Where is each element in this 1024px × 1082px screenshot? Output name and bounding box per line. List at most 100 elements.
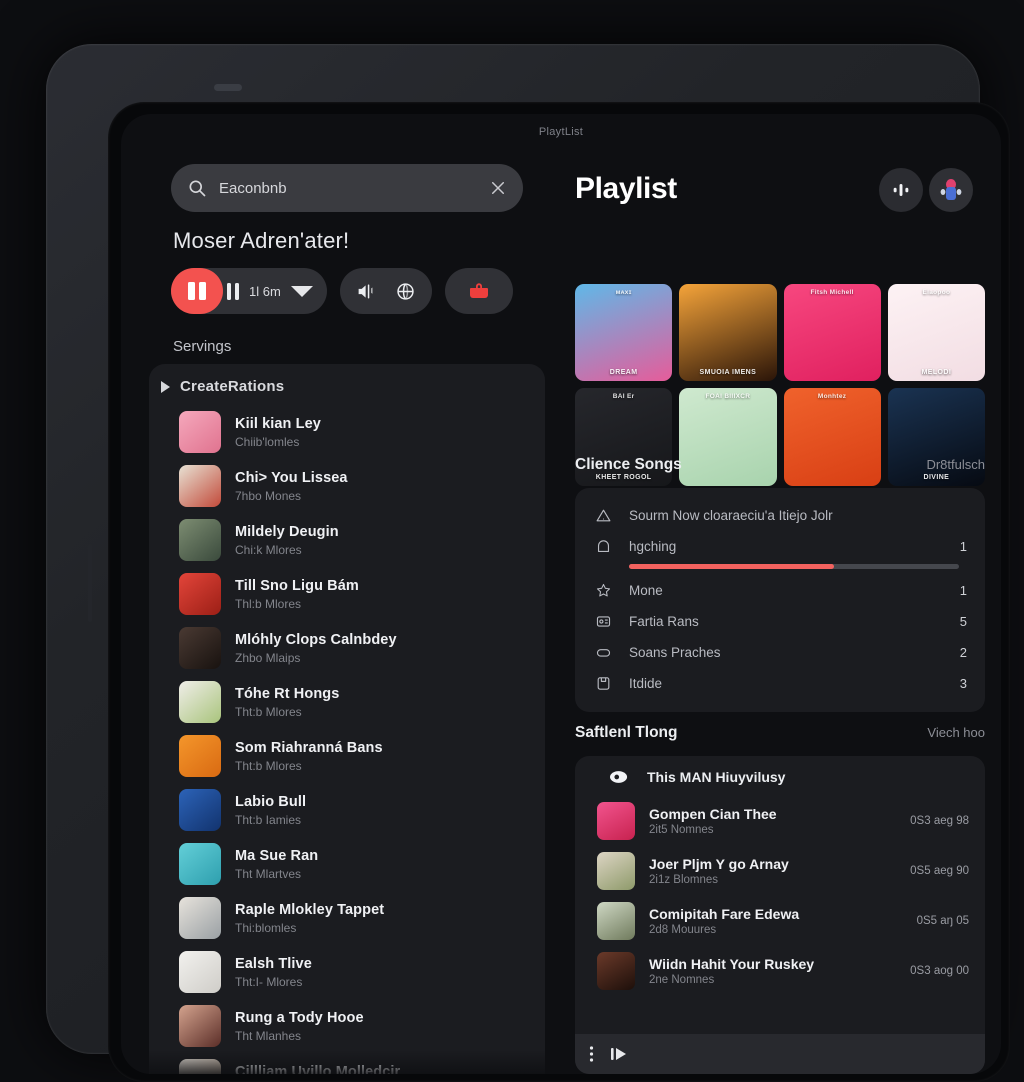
song-meta: Joer Pljm Y go Arnay 2i1z Blomnes xyxy=(649,856,910,886)
album-caption: KHEET ROGOL xyxy=(595,473,652,481)
song-duration: 0S5 aŋ 05 xyxy=(916,915,969,927)
stat-label: Soans Praches xyxy=(629,645,721,660)
track-meta: Mlóhly Clops Calnbdey Zhbo Mlaips xyxy=(235,632,397,665)
track-meta: Cillliam Uvillo MolledcirTht Mlores xyxy=(235,1064,400,1075)
stat-row[interactable]: hgching 1 xyxy=(593,531,967,562)
song-list-item[interactable]: Gompen Cian Thee 2it5 Nomnes 0S3 aeg 98 xyxy=(575,796,985,846)
pause-icon xyxy=(188,282,206,300)
list-item[interactable]: Labio Bull Tht:b Iamies xyxy=(149,783,545,837)
skip-next-icon[interactable] xyxy=(610,1045,632,1063)
song-duration: 0S3 aeg 98 xyxy=(910,815,969,827)
track-thumbnail xyxy=(179,897,221,939)
group-header[interactable]: CreateRations xyxy=(149,364,545,405)
songs-footer xyxy=(575,1034,985,1074)
stat-row[interactable]: Mone 1 xyxy=(593,575,967,606)
song-name: Comipitah Fare Edewa xyxy=(649,906,800,922)
song-subtitle: 2it5 Nomnes xyxy=(649,824,714,836)
list-item[interactable]: Till Sno Ligu Bám Thl:b Mlores xyxy=(149,567,545,621)
track-subtitle: 7hbo Mones xyxy=(235,488,302,503)
track-subtitle: Chiib'lomles xyxy=(235,434,300,449)
more-vertical-icon[interactable] xyxy=(589,1044,594,1064)
album-top-caption: Elaopoo xyxy=(922,289,951,296)
track-thumbnail xyxy=(179,1059,221,1074)
track-subtitle: Zhbo Mlaips xyxy=(235,650,301,665)
list-item[interactable]: Kiil kian Ley Chiib'lomles xyxy=(149,405,545,459)
player-controls: 1l 6m xyxy=(171,268,513,314)
song-thumbnail xyxy=(597,852,635,890)
volume-icon[interactable] xyxy=(356,281,377,302)
track-name: Chi> You Lissea xyxy=(235,469,348,486)
album-tile[interactable]: ᴍᴀxɪ DREAM xyxy=(575,284,673,382)
song-meta: Comipitah Fare Edewa 2d8 Mouures xyxy=(649,906,917,936)
list-item[interactable]: Tóhe Rt Hongs Tht:b Mlores xyxy=(149,675,545,729)
track-name: Cillliam Uvillo Molledcir xyxy=(235,1063,401,1075)
stat-row[interactable]: Fartia Rans 5 xyxy=(593,606,967,637)
song-list-item[interactable]: Comipitah Fare Edewa 2d8 Mouures 0S5 aŋ 05 xyxy=(575,896,985,946)
song-subtitle: 2d8 Mouures xyxy=(649,924,717,936)
bag-icon[interactable] xyxy=(467,279,491,303)
album-top-caption: Monhtez xyxy=(817,393,847,401)
track-thumbnail xyxy=(179,573,221,615)
songs-header-text: This MAN Hiuyvilusy xyxy=(647,769,786,785)
album-caption: SMUOIA IMENS xyxy=(699,369,757,377)
now-playing-title: Moser Adren'ater! xyxy=(173,228,350,253)
stats-section-head: Clience Songs Dr8tfulsch xyxy=(575,456,985,474)
side-button[interactable] xyxy=(88,544,92,622)
track-meta: Mildely Deugin Chi:k Mlores xyxy=(235,524,339,557)
list-item[interactable]: Mlóhly Clops Calnbdey Zhbo Mlaips xyxy=(149,621,545,675)
stat-value: 1 xyxy=(959,539,967,554)
pause-icon-secondary[interactable] xyxy=(227,282,239,300)
songs-section-title: Saftlenl Tlong xyxy=(575,724,678,741)
stat-label: hgching xyxy=(629,539,677,554)
search-input[interactable]: Eaconbnb xyxy=(219,180,489,197)
list-item[interactable]: Ealsh Tlive Tht:I- Mlores xyxy=(149,945,545,999)
list-item[interactable]: Mildely Deugin Chi:k Mlores xyxy=(149,513,545,567)
play-pause-button[interactable] xyxy=(171,268,223,314)
album-tile[interactable]: Elaopoo MELODI xyxy=(887,284,985,382)
globe-icon[interactable] xyxy=(395,281,416,302)
list-item[interactable]: Cillliam Uvillo MolledcirTht Mlores xyxy=(149,1053,545,1074)
songs-section-action[interactable]: Viech hoo xyxy=(927,725,985,740)
stat-row[interactable]: Soans Praches 2 xyxy=(593,637,967,668)
chevron-down-icon[interactable] xyxy=(290,285,313,297)
group-title: CreateRations xyxy=(180,378,285,395)
song-duration: 0S3 aog 00 xyxy=(910,965,969,977)
song-list-item[interactable]: Joer Pljm Y go Arnay 2i1z Blomnes 0S5 aeg … xyxy=(575,846,985,896)
save-icon xyxy=(593,675,613,692)
album-caption: MELODI xyxy=(921,369,952,377)
stat-label: Fartia Rans xyxy=(629,614,699,629)
warning-icon xyxy=(593,507,613,524)
song-name: Wiidn Hahit Your Ruskey xyxy=(649,956,815,972)
stat-value: 5 xyxy=(959,614,967,629)
bag-pill[interactable] xyxy=(444,268,513,314)
song-list-item[interactable]: Wiidn Hahit Your Ruskey 2ne Nomnes 0S3 aog… xyxy=(575,946,985,996)
page-title: Playlist xyxy=(575,172,677,205)
album-tile[interactable]: SMUOIA IMENS xyxy=(679,284,777,382)
close-icon[interactable] xyxy=(489,179,507,197)
list-item[interactable]: Chi> You Lissea 7hbo Mones xyxy=(149,459,545,513)
track-subtitle: Tht:b Mlores xyxy=(235,758,302,773)
stats-section-action[interactable]: Dr8tfulsch xyxy=(926,457,985,472)
track-thumbnail xyxy=(179,465,221,507)
album-tile[interactable]: Fitsh Michell xyxy=(783,284,881,382)
stats-banner: Sourm Now cloaraeciu'a Itiejo Jolr xyxy=(593,500,967,531)
avatar-button[interactable] xyxy=(929,168,973,212)
album-caption: DIVINE xyxy=(923,473,950,481)
list-item[interactable]: Som Riahranná Bans Tht:b Mlores xyxy=(149,729,545,783)
equalizer-button[interactable] xyxy=(879,168,923,212)
track-name: Labio Bull xyxy=(235,793,307,810)
progress-bar[interactable] xyxy=(629,564,959,569)
list-item[interactable]: Ma Sue Ran Tht Mlartves xyxy=(149,837,545,891)
app-screen: PlaytList Eaconbnb Moser Adren'ater! 1l … xyxy=(121,114,1001,1074)
right-pane: Playlist ᴍᴀxɪ DREAM SMUOIA IMENS Fitsh Mich… xyxy=(559,148,1001,1074)
track-rows: Kiil kian Ley Chiib'lomles Chi> You Lissea… xyxy=(149,405,545,1074)
list-item[interactable]: Raple Mlokley Tappet Thi:blomles xyxy=(149,891,545,945)
songs-header[interactable]: This MAN Hiuyvilusy xyxy=(575,756,985,796)
search-bar[interactable]: Eaconbnb xyxy=(171,164,523,212)
list-item[interactable]: Rung a Tody Hooe Tht Mlanhes xyxy=(149,999,545,1053)
caret-right-icon[interactable] xyxy=(161,380,170,393)
track-name: Till Sno Ligu Bám xyxy=(235,577,359,594)
track-name: Rung a Tody Hooe xyxy=(235,1009,364,1026)
stat-row[interactable]: Itdide 3 xyxy=(593,668,967,699)
track-subtitle: Tht:b Iamies xyxy=(235,812,302,827)
